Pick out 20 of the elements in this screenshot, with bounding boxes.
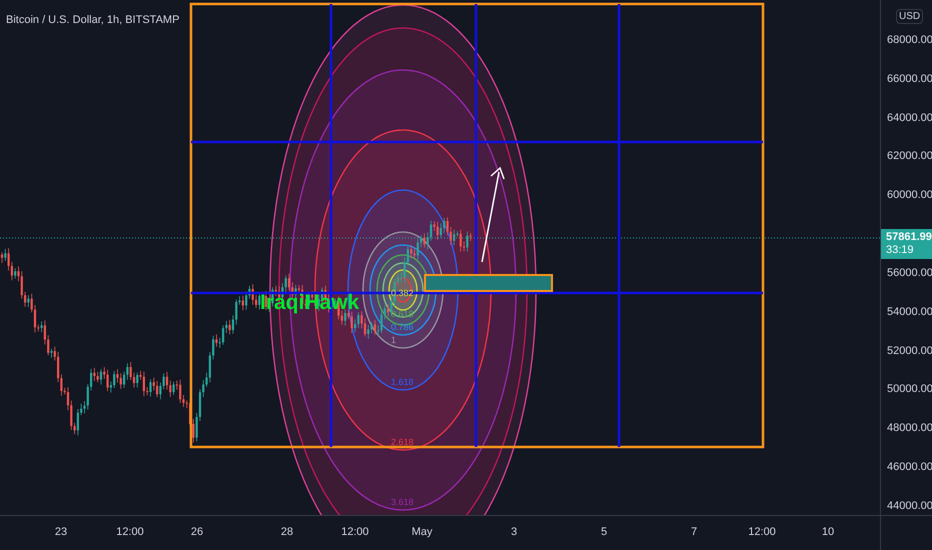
time-label: 28 (280, 527, 294, 538)
time-label: 12:00 (116, 527, 144, 538)
time-label: 7 (690, 527, 698, 538)
time-label: 12:00 (748, 527, 776, 538)
countdown: 33:19 (886, 244, 915, 257)
time-label: 10 (822, 527, 834, 538)
currency-badge: USD (896, 9, 924, 24)
fib-level-label: 1.618 (391, 378, 414, 387)
time-label: 26 (190, 527, 204, 538)
time-label: May (412, 527, 432, 538)
fib-level-label: 2.618 (391, 438, 414, 447)
chart-title: Bitcoin / U.S. Dollar, 1h, BITSTAMP (6, 13, 180, 28)
time-label: 5 (600, 527, 608, 538)
time-label: 23 (54, 527, 68, 538)
time-label: 12:00 (341, 527, 369, 538)
fib-level-label: 0.382 (391, 289, 414, 298)
fib-level-label: 1 (391, 336, 396, 345)
fib-level-label: 0.786 (391, 323, 414, 332)
time-label: 3 (510, 527, 518, 538)
fib-level-label: 3.618 (391, 498, 414, 507)
